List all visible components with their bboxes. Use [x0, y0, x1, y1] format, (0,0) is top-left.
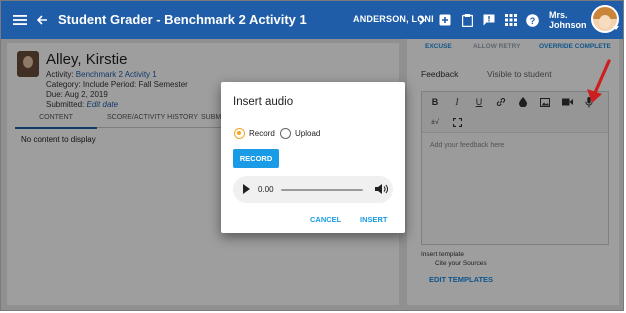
upload-radio[interactable]	[280, 128, 291, 139]
volume-icon[interactable]	[374, 182, 388, 196]
chevron-right-icon[interactable]	[413, 11, 431, 29]
page-title: Student Grader - Benchmark 2 Activity 1	[58, 12, 307, 27]
apps-grid-icon[interactable]	[502, 11, 520, 29]
app-window: Student Grader - Benchmark 2 Activity 1 …	[0, 0, 624, 311]
insert-button[interactable]: INSERT	[360, 215, 388, 224]
menu-icon[interactable]	[11, 11, 29, 29]
upload-radio-label[interactable]: Upload	[295, 129, 320, 138]
play-icon[interactable]	[243, 184, 250, 194]
dialog-title: Insert audio	[233, 96, 294, 108]
caret-down-icon[interactable]	[611, 23, 621, 33]
top-app-bar: Student Grader - Benchmark 2 Activity 1 …	[1, 1, 623, 39]
record-button[interactable]: RECORD	[233, 149, 279, 168]
clipboard-icon[interactable]	[458, 11, 476, 29]
annotation-arrow-icon	[587, 59, 611, 103]
svg-text:?: ?	[529, 15, 535, 25]
user-last-name: Johnson	[549, 20, 587, 30]
feedback-icon[interactable]	[480, 11, 498, 29]
audio-time: 0.00	[258, 185, 274, 194]
back-arrow-icon[interactable]	[33, 11, 51, 29]
cancel-button[interactable]: CANCEL	[310, 215, 341, 224]
help-icon[interactable]: ?	[523, 11, 541, 29]
insert-audio-dialog: Insert audio Record Upload RECORD 0.00 C…	[221, 82, 405, 233]
audio-player: 0.00	[233, 176, 393, 203]
record-radio-label[interactable]: Record	[249, 129, 275, 138]
user-name[interactable]: Mrs. Johnson	[549, 10, 587, 30]
audio-seek-bar[interactable]	[281, 189, 363, 191]
user-first-name: Mrs.	[549, 10, 568, 20]
record-radio[interactable]	[234, 128, 245, 139]
add-box-icon[interactable]	[436, 11, 454, 29]
